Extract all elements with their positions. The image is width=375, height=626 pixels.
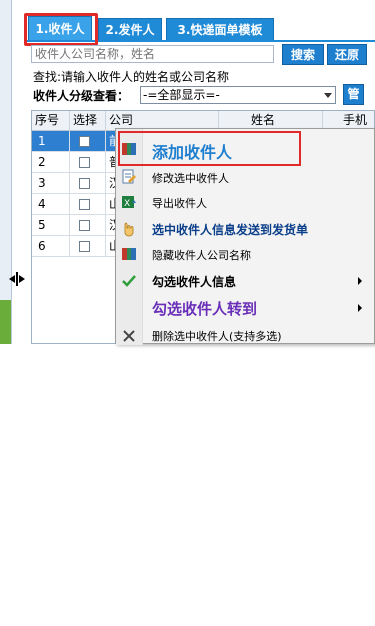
- edit-doc-icon: [121, 169, 137, 185]
- menu-item-label: 选中收件人信息发送到发货单: [152, 223, 309, 237]
- menu-item-label: 导出收件人: [152, 197, 207, 210]
- menu-item-check-recipient-info[interactable]: 勾选收件人信息: [116, 269, 374, 293]
- row-no: 6: [32, 236, 70, 256]
- reset-button[interactable]: 还原: [327, 44, 367, 65]
- excel-export-icon: X: [121, 194, 137, 210]
- row-checkbox[interactable]: [70, 131, 106, 151]
- menu-item-label: 删除选中收件人(支持多选): [152, 330, 282, 343]
- menu-highlight-box: [118, 131, 301, 166]
- menu-item-export-recipient[interactable]: X 导出收件人: [116, 191, 374, 213]
- tab-sender[interactable]: 2.发件人: [98, 18, 162, 40]
- menu-item-edit-recipient[interactable]: 修改选中收件人: [116, 166, 374, 188]
- menu-item-hide-company[interactable]: 隐藏收件人公司名称: [116, 243, 374, 265]
- tab-highlight-box: [24, 13, 98, 46]
- tab-waybill-template[interactable]: 3.快递面单模板: [166, 18, 274, 40]
- search-hint: 查找:请输入收件人的姓名或公司名称: [33, 70, 230, 84]
- menu-item-label: 隐藏收件人公司名称: [152, 249, 251, 262]
- row-no: 2: [32, 152, 70, 172]
- menu-item-label: 勾选收件人转到: [152, 300, 258, 318]
- row-checkbox[interactable]: [70, 236, 106, 256]
- col-header-no[interactable]: 序号: [32, 111, 70, 130]
- menu-item-move-checked[interactable]: 勾选收件人转到: [116, 294, 374, 322]
- filter-selected-value: -=全部显示=-: [143, 88, 220, 102]
- row-checkbox[interactable]: [70, 173, 106, 193]
- search-input[interactable]: [31, 45, 274, 63]
- chevron-down-icon: [324, 93, 332, 98]
- row-checkbox[interactable]: [70, 152, 106, 172]
- hand-pointer-icon: [121, 221, 137, 237]
- menu-item-delete-selected[interactable]: 删除选中收件人(支持多选): [116, 325, 374, 345]
- search-button[interactable]: 搜索: [282, 44, 324, 65]
- level-filter-select[interactable]: -=全部显示=-: [140, 86, 336, 104]
- col-header-select[interactable]: 选择: [70, 111, 106, 130]
- left-panel-strip: [0, 0, 12, 626]
- svg-text:X: X: [124, 199, 130, 209]
- delete-x-icon: [121, 328, 137, 344]
- row-no: 5: [32, 215, 70, 235]
- expand-arrow-icon: [2, 618, 8, 626]
- row-checkbox[interactable]: [70, 215, 106, 235]
- row-no: 4: [32, 194, 70, 214]
- resize-cursor-icon: [9, 272, 25, 286]
- row-checkbox[interactable]: [70, 194, 106, 214]
- row-no: 1: [32, 131, 70, 151]
- submenu-arrow-icon: [358, 277, 362, 285]
- row-no: 3: [32, 173, 70, 193]
- manage-button[interactable]: 管: [343, 84, 364, 105]
- checkmark-icon: [121, 273, 137, 289]
- submenu-arrow-icon: [358, 304, 362, 312]
- menu-item-send-to-shipping[interactable]: 选中收件人信息发送到发货单: [116, 217, 374, 241]
- book-hide-icon: [121, 246, 137, 262]
- menu-item-label: 勾选收件人信息: [152, 275, 237, 289]
- menu-item-label: 修改选中收件人: [152, 172, 229, 185]
- collapse-handle[interactable]: [0, 300, 11, 626]
- filter-label: 收件人分级查看：: [33, 89, 130, 103]
